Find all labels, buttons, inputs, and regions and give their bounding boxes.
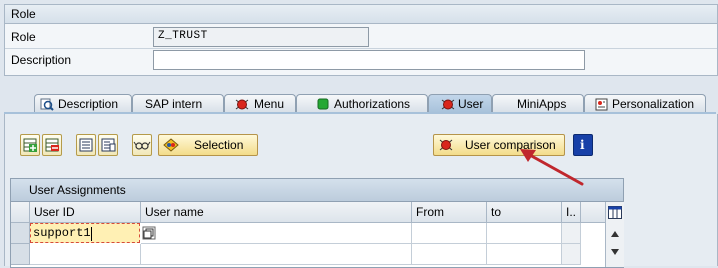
user-id-value: support1 (33, 226, 91, 240)
tab-personalization-label: Personalization (612, 97, 695, 111)
tab-authorizations[interactable]: Authorizations (296, 94, 428, 113)
role-frame: Role Role Z_TRUST Description (4, 4, 718, 76)
role-field-value: Z_TRUST (158, 30, 208, 42)
column-header-user-id[interactable]: User ID (30, 202, 141, 223)
select-all-button[interactable] (76, 134, 96, 156)
delete-row-icon (45, 138, 59, 152)
column-header-indicator-label: I.. (566, 205, 577, 219)
column-header-user-name-label: User name (145, 205, 204, 219)
column-header-from[interactable]: From (412, 202, 487, 223)
table-row-user-id-cell[interactable] (30, 244, 141, 265)
magnifier-page-icon (40, 98, 54, 111)
delete-row-button[interactable] (42, 134, 62, 156)
role-frame-title: Role (5, 5, 717, 24)
column-header-indicator[interactable]: I.. (562, 202, 581, 223)
selection-button[interactable]: Selection (158, 134, 258, 156)
tab-authorizations-label: Authorizations (334, 97, 411, 111)
column-gap-header (581, 202, 605, 223)
role-frame-title-text: Role (11, 7, 36, 21)
tab-miniapps-label: MiniApps (517, 97, 567, 111)
tab-personalization[interactable]: Personalization (584, 94, 706, 113)
table-row-to-cell[interactable] (487, 223, 562, 244)
deselect-all-icon (101, 138, 116, 152)
selection-icon (163, 138, 179, 152)
user-assignments-title: User Assignments (29, 183, 126, 197)
row-selector[interactable] (11, 244, 30, 265)
table-row-user-id-cell[interactable]: support1 (30, 223, 140, 243)
tab-user-label: User (458, 97, 484, 111)
description-field[interactable] (153, 50, 585, 70)
tab-description[interactable]: Description (34, 94, 132, 113)
row-selector[interactable] (11, 223, 30, 244)
description-label: Description (11, 53, 72, 67)
tab-description-label: Description (58, 97, 119, 111)
red-status-icon (441, 99, 455, 110)
column-header-user-id-label: User ID (34, 205, 75, 219)
red-status-icon (235, 99, 249, 110)
table-settings-icon[interactable] (608, 206, 622, 219)
glasses-button[interactable] (132, 134, 152, 156)
value-help-icon[interactable] (142, 226, 156, 240)
column-header-to-label: to (491, 205, 502, 219)
column-header-to[interactable]: to (487, 202, 562, 223)
tab-sap-intern-label: SAP intern (145, 97, 203, 111)
green-status-icon (317, 98, 329, 110)
red-status-icon (439, 139, 453, 151)
role-label: Role (11, 30, 36, 44)
tab-menu-label: Menu (254, 97, 285, 111)
scroll-up-icon[interactable] (610, 230, 620, 238)
column-header-from-label: From (416, 205, 444, 219)
personalization-icon (595, 98, 608, 111)
table-row-from-cell[interactable] (412, 244, 487, 265)
role-field[interactable]: Z_TRUST (153, 27, 369, 47)
vertical-scrollbar[interactable] (605, 202, 624, 267)
select-all-icon (79, 138, 93, 152)
glasses-icon (133, 141, 151, 150)
tab-sap-intern[interactable]: SAP intern (132, 94, 224, 113)
insert-row-icon (23, 138, 37, 152)
insert-row-button[interactable] (20, 134, 40, 156)
text-cursor (91, 227, 92, 241)
column-header-user-name[interactable]: User name (141, 202, 412, 223)
annotation-arrow (520, 149, 584, 186)
tab-miniapps[interactable]: MiniApps (492, 94, 584, 113)
tab-menu[interactable]: Menu (224, 94, 296, 113)
table-row-user-name-cell (141, 244, 412, 265)
scroll-down-icon[interactable] (610, 248, 620, 256)
tab-user[interactable]: User (428, 94, 492, 113)
table-row-indicator-cell (562, 244, 581, 265)
selection-button-label: Selection (194, 138, 244, 152)
table-row-from-cell[interactable] (412, 223, 487, 244)
row-selector-header[interactable] (11, 202, 30, 223)
deselect-all-button[interactable] (98, 134, 118, 156)
role-separator (5, 48, 717, 49)
user-assignments-table: User Assignments User ID User name From … (10, 178, 624, 268)
table-row-user-name-cell (141, 223, 412, 244)
table-row-to-cell[interactable] (487, 244, 562, 265)
table-row-indicator-cell (562, 223, 581, 244)
